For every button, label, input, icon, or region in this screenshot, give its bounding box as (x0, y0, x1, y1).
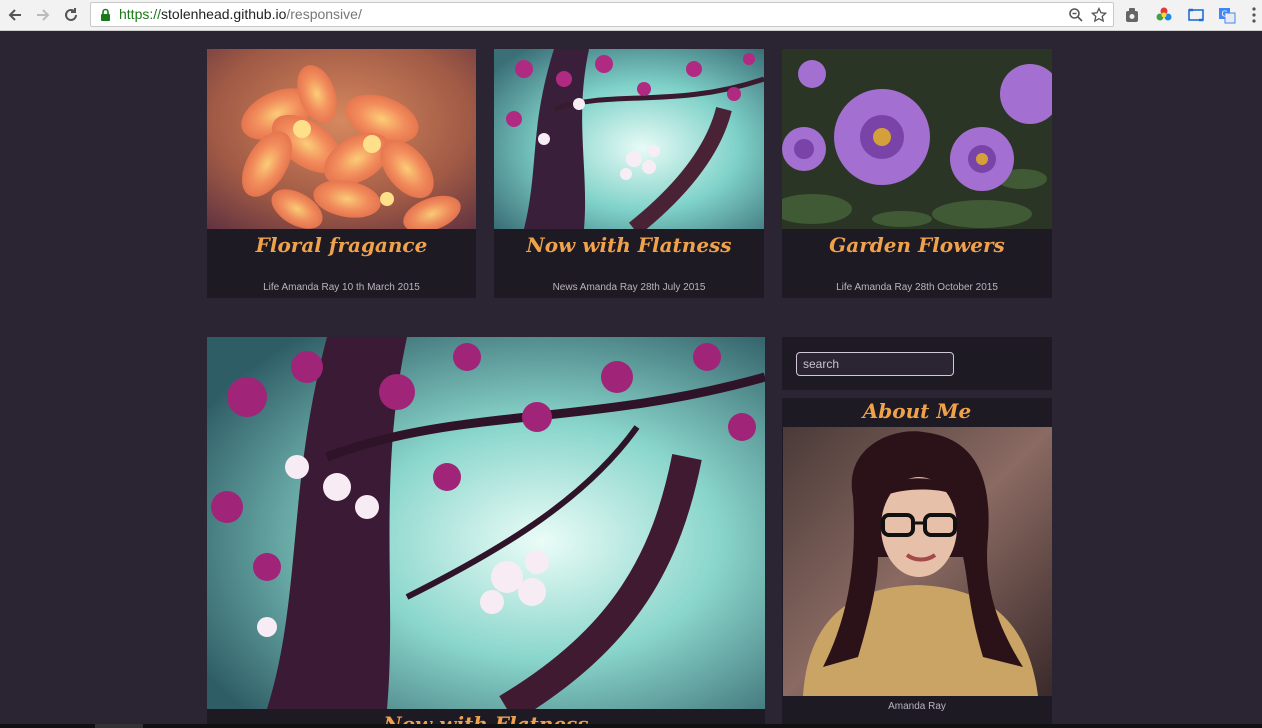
post-image-orange-flowers[interactable] (207, 49, 476, 229)
featured-post[interactable]: Now with Flatness (207, 337, 765, 728)
url-scheme: https:// (119, 6, 162, 22)
post-title[interactable]: Floral fragance (207, 233, 476, 257)
post-image-purple-petunias[interactable] (782, 49, 1052, 229)
zoom-icon[interactable] (1067, 6, 1085, 24)
post-image-cherry-blossom[interactable] (494, 49, 764, 229)
post-card[interactable]: Now with Flatness News Amanda Ray 28th J… (494, 49, 764, 298)
post-card[interactable]: Garden Flowers Life Amanda Ray 28th Octo… (782, 49, 1052, 298)
post-meta: Life Amanda Ray 10 th March 2015 (263, 282, 420, 293)
translate-icon[interactable]: G (1216, 4, 1238, 26)
featured-post-image[interactable] (207, 337, 765, 709)
svg-text:G: G (1222, 10, 1228, 19)
bookmark-star-icon[interactable] (1090, 6, 1108, 24)
post-title[interactable]: Now with Flatness (494, 233, 764, 257)
browser-toolbar: https://stolenhead.github.io/responsive/… (0, 0, 1262, 31)
search-widget (782, 337, 1052, 390)
about-caption: Amanda Ray (888, 701, 946, 712)
post-card[interactable]: Floral fragance Life Amanda Ray 10 th Ma… (207, 49, 476, 298)
color-picker-icon[interactable] (1153, 4, 1175, 26)
about-widget: About Me Amanda Ray (782, 398, 1052, 728)
reload-icon[interactable] (60, 4, 82, 26)
taskbar-strip (0, 724, 1262, 728)
about-photo (783, 427, 1052, 696)
screenshot-icon[interactable] (1185, 4, 1207, 26)
search-input[interactable] (796, 352, 954, 376)
url-text: https://stolenhead.github.io/responsive/ (119, 6, 362, 22)
post-title[interactable]: Garden Flowers (782, 233, 1052, 257)
page-content: Floral fragance Life Amanda Ray 10 th Ma… (0, 32, 1262, 728)
back-icon[interactable] (4, 4, 26, 26)
lock-icon (100, 7, 111, 26)
menu-icon[interactable] (1248, 4, 1260, 26)
taskbar-item[interactable] (95, 724, 143, 728)
url-path: /responsive/ (286, 6, 362, 22)
forward-icon[interactable] (32, 4, 54, 26)
address-bar[interactable]: https://stolenhead.github.io/responsive/ (90, 2, 1114, 27)
extension-icon[interactable] (1121, 4, 1143, 26)
about-heading: About Me (862, 399, 972, 423)
post-meta: News Amanda Ray 28th July 2015 (552, 282, 706, 293)
url-host: stolenhead.github.io (161, 6, 287, 22)
post-meta: Life Amanda Ray 28th October 2015 (836, 282, 998, 293)
